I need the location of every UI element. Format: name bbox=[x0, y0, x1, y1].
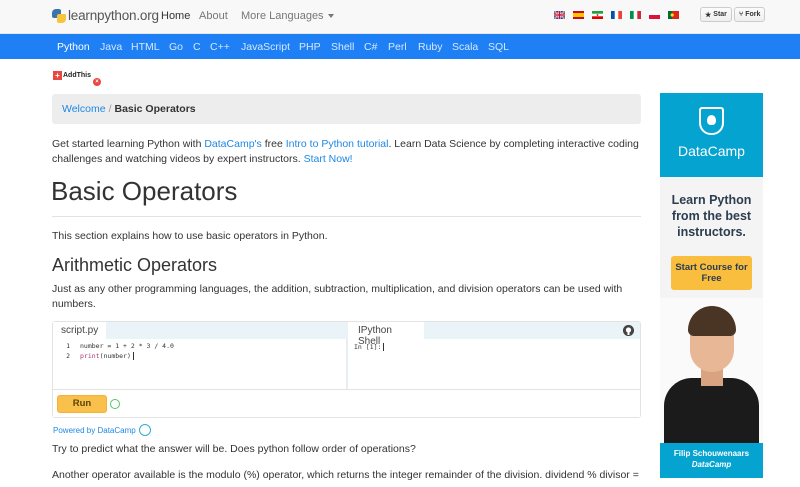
nav-more-languages-label: More Languages bbox=[241, 10, 324, 22]
lang-tab-javascript[interactable]: JavaScript bbox=[241, 41, 290, 53]
page-title: Basic Operators bbox=[51, 176, 238, 206]
start-now-link[interactable]: Start Now! bbox=[304, 153, 353, 165]
lang-tab-ruby[interactable]: Ruby bbox=[418, 41, 443, 53]
pl-flag-icon[interactable] bbox=[649, 11, 660, 19]
lang-tab-python[interactable]: Python bbox=[57, 41, 90, 53]
datacamp-ad[interactable]: DataCamp Learn Python from the best inst… bbox=[660, 93, 763, 478]
section-heading: Arithmetic Operators bbox=[52, 255, 218, 275]
ir-flag-icon[interactable] bbox=[592, 11, 603, 19]
ad-header: DataCamp bbox=[660, 93, 763, 177]
code-line: 1 number = 1 + 2 * 3 / 4.0 bbox=[53, 341, 174, 351]
pt-flag-icon[interactable] bbox=[668, 11, 679, 19]
ipython-shell[interactable]: IPython Shell In [1]: bbox=[350, 322, 640, 389]
lang-tab-go[interactable]: Go bbox=[169, 41, 183, 53]
addthis-share-button[interactable]: + AddThis × bbox=[53, 71, 101, 86]
language-tabs-bar: Python Java HTML Go C C++ JavaScript PHP… bbox=[0, 34, 800, 59]
lang-tab-perl[interactable]: Perl bbox=[388, 41, 407, 53]
star-icon: ★ bbox=[705, 11, 712, 19]
lang-tab-csharp[interactable]: C# bbox=[364, 41, 377, 53]
line-number: 2 bbox=[66, 352, 70, 360]
ad-brand-name: DataCamp bbox=[678, 143, 745, 159]
code-text: (number) bbox=[99, 352, 131, 360]
run-button[interactable]: Run bbox=[57, 395, 107, 413]
site-logo[interactable]: learnpython.org bbox=[52, 8, 159, 23]
breadcrumb-current: Basic Operators bbox=[114, 103, 196, 115]
title-divider bbox=[52, 216, 641, 217]
star-label: Star bbox=[713, 11, 727, 18]
lang-tab-scala[interactable]: Scala bbox=[452, 41, 478, 53]
breadcrumb: Welcome / Basic Operators bbox=[52, 94, 641, 124]
section-intro-text: This section explains how to use basic o… bbox=[52, 230, 328, 242]
nav-more-languages[interactable]: More Languages bbox=[241, 10, 334, 22]
line-number: 1 bbox=[66, 342, 70, 350]
lang-tab-cpp[interactable]: C++ bbox=[210, 41, 230, 53]
es-flag-icon[interactable] bbox=[573, 11, 584, 19]
intro-text-1: Get started learning Python with bbox=[52, 138, 205, 150]
shell-cursor bbox=[383, 343, 385, 351]
breadcrumb-welcome-link[interactable]: Welcome bbox=[62, 103, 106, 115]
datacamp-link[interactable]: DataCamp's bbox=[204, 138, 261, 150]
code-exercise-widget: script.py 1 number = 1 + 2 * 3 / 4.0 2 pri… bbox=[52, 321, 641, 418]
code-lines[interactable]: 1 number = 1 + 2 * 3 / 4.0 2 print(number) bbox=[53, 341, 174, 361]
tab-script-py[interactable]: script.py bbox=[53, 322, 106, 339]
it-flag-icon[interactable] bbox=[630, 11, 641, 19]
lang-tab-c[interactable]: C bbox=[193, 41, 201, 53]
github-fork-button[interactable]: ⑂ Fork bbox=[734, 7, 766, 22]
fork-icon: ⑂ bbox=[739, 11, 744, 18]
addthis-label: AddThis bbox=[63, 72, 91, 79]
github-icon[interactable] bbox=[623, 325, 634, 336]
status-circle-icon bbox=[110, 399, 120, 409]
addthis-badge-icon: × bbox=[93, 78, 101, 86]
instructor-name: Filip Schouwenaars bbox=[673, 449, 750, 458]
shell-prompt: In [1]: bbox=[354, 343, 385, 351]
fr-flag-icon[interactable] bbox=[611, 11, 622, 19]
gb-flag-icon[interactable] bbox=[554, 11, 565, 19]
instructor-org: DataCamp bbox=[691, 460, 732, 469]
nav-home[interactable]: Home bbox=[161, 10, 190, 22]
intro-text-2: free bbox=[261, 138, 286, 150]
ad-tagline: Learn Python from the best instructors. bbox=[671, 193, 752, 239]
widget-footer: Run bbox=[53, 389, 640, 417]
language-flags bbox=[554, 11, 679, 19]
python-logo-icon bbox=[52, 8, 66, 23]
lang-tab-java[interactable]: Java bbox=[100, 41, 122, 53]
datacamp-shield-icon bbox=[138, 424, 151, 436]
instructor-hair bbox=[688, 306, 736, 336]
modulo-text: Another operator available is the modulo… bbox=[52, 469, 639, 481]
question-text: Try to predict what the answer will be. … bbox=[52, 443, 416, 455]
intro-paragraph: Get started learning Python with DataCam… bbox=[52, 137, 642, 167]
breadcrumb-separator: / bbox=[108, 103, 112, 115]
lang-tab-shell[interactable]: Shell bbox=[331, 41, 354, 53]
powered-by-datacamp-link[interactable]: Powered by DataCamp bbox=[53, 424, 151, 436]
lang-tab-sql[interactable]: SQL bbox=[488, 41, 509, 53]
top-navbar: learnpython.org Home About More Language… bbox=[0, 0, 800, 34]
shell-prompt-text: In [1]: bbox=[354, 343, 382, 351]
text-cursor bbox=[132, 352, 134, 360]
plus-icon: + bbox=[53, 71, 62, 80]
editor-tab-strip bbox=[106, 322, 348, 339]
code-editor[interactable]: script.py 1 number = 1 + 2 * 3 / 4.0 2 pri… bbox=[53, 322, 348, 389]
lang-tab-html[interactable]: HTML bbox=[131, 41, 160, 53]
tab-ipython-shell[interactable]: IPython Shell bbox=[350, 322, 424, 347]
github-star-button[interactable]: ★ Star bbox=[700, 7, 732, 22]
intro-tutorial-link[interactable]: Intro to Python tutorial bbox=[286, 138, 389, 150]
start-course-button[interactable]: Start Course for Free bbox=[671, 256, 752, 290]
datacamp-logo-icon bbox=[699, 107, 724, 135]
fork-label: Fork bbox=[745, 11, 761, 18]
instructor-caption: Filip Schouwenaars DataCamp bbox=[660, 443, 763, 478]
logo-text: learnpython.org bbox=[68, 8, 159, 23]
code-line: 2 print(number) bbox=[53, 351, 174, 361]
powered-by-text: Powered by DataCamp bbox=[53, 425, 136, 435]
code-text: number = 1 + 2 * 3 / 4.0 bbox=[80, 342, 174, 350]
chevron-down-icon bbox=[327, 14, 334, 19]
lang-tab-php[interactable]: PHP bbox=[299, 41, 321, 53]
nav-about[interactable]: About bbox=[199, 10, 228, 22]
code-function: print bbox=[80, 352, 100, 360]
arithmetic-description: Just as any other programming languages,… bbox=[52, 283, 623, 310]
